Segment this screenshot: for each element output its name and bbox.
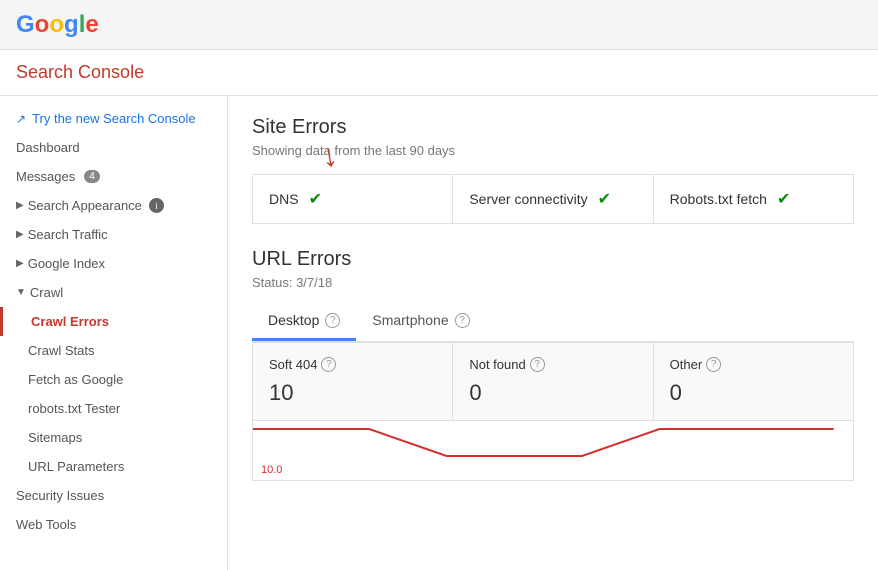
robots-fetch-card: Robots.txt fetch ✔	[654, 175, 853, 223]
sidebar-item-web-tools[interactable]: Web Tools	[0, 510, 227, 539]
logo-g2: g	[64, 11, 79, 39]
sidebar-item-search-traffic[interactable]: ▶ Search Traffic	[0, 220, 227, 249]
soft404-title: Soft 404 ?	[269, 357, 436, 372]
tab-desktop[interactable]: Desktop ?	[252, 302, 356, 341]
logo-e: e	[85, 11, 98, 39]
chart-y-label: 10.0	[261, 464, 282, 476]
not-found-help-icon[interactable]: ?	[530, 357, 545, 372]
server-connectivity-check-icon: ✔	[598, 189, 611, 209]
server-connectivity-card: Server connectivity ✔	[453, 175, 653, 223]
messages-badge: 4	[84, 170, 100, 183]
sidebar-item-google-index[interactable]: ▶ Google Index	[0, 249, 227, 278]
subheader: Search Console	[0, 50, 878, 96]
collapse-icon: ▶	[16, 258, 24, 269]
sidebar-item-sitemaps[interactable]: Sitemaps	[0, 423, 227, 452]
sidebar-item-try-new[interactable]: ↗ Try the new Search Console	[0, 104, 227, 133]
url-error-cards: Soft 404 ? 10 Not found ? 0 Other ? 0	[252, 342, 854, 421]
sidebar-item-robots-tester[interactable]: robots.txt Tester	[0, 394, 227, 423]
robots-fetch-check-icon: ✔	[777, 189, 790, 209]
chart-area: 10.0	[252, 421, 854, 481]
sidebar-item-url-parameters[interactable]: URL Parameters	[0, 452, 227, 481]
chart-svg	[253, 421, 853, 481]
other-card: Other ? 0	[654, 343, 853, 420]
body-layout: ↗ Try the new Search Console Dashboard M…	[0, 96, 878, 570]
smartphone-help-icon[interactable]: ?	[455, 313, 470, 328]
sidebar-item-crawl-stats[interactable]: Crawl Stats	[0, 336, 227, 365]
site-error-cards: DNS ✔ Server connectivity ✔ Robots.txt f…	[252, 174, 854, 224]
logo-g: G	[16, 11, 35, 39]
desktop-help-icon[interactable]: ?	[325, 313, 340, 328]
external-link-icon: ↗	[16, 112, 26, 126]
other-title: Other ?	[670, 357, 837, 372]
dns-card: DNS ✔	[253, 175, 453, 223]
site-errors-title: Site Errors	[252, 116, 854, 139]
collapse-icon: ▼	[16, 287, 26, 298]
soft404-value: 10	[269, 380, 436, 406]
logo-l: l	[79, 11, 86, 39]
dns-check-icon: ✔	[309, 189, 322, 209]
not-found-title: Not found ?	[469, 357, 636, 372]
collapse-icon: ▶	[16, 229, 24, 240]
site-errors-subtitle: Showing data from the last 90 days	[252, 143, 854, 158]
sidebar-item-messages[interactable]: Messages 4	[0, 162, 227, 191]
header: Google	[0, 0, 878, 50]
not-found-card: Not found ? 0	[453, 343, 653, 420]
not-found-value: 0	[469, 380, 636, 406]
main-content: Site Errors Showing data from the last 9…	[228, 96, 878, 570]
other-help-icon[interactable]: ?	[706, 357, 721, 372]
robots-fetch-label: Robots.txt fetch	[670, 191, 767, 207]
tab-smartphone[interactable]: Smartphone ?	[356, 302, 485, 341]
url-errors-tabs: Desktop ? Smartphone ?	[252, 302, 854, 342]
soft404-card: Soft 404 ? 10	[253, 343, 453, 420]
sidebar-item-security-issues[interactable]: Security Issues	[0, 481, 227, 510]
sidebar-item-crawl-errors[interactable]: Crawl Errors	[0, 307, 227, 336]
info-icon: i	[149, 198, 164, 213]
sidebar-item-fetch-as-google[interactable]: Fetch as Google	[0, 365, 227, 394]
sidebar-item-dashboard[interactable]: Dashboard	[0, 133, 227, 162]
server-connectivity-label: Server connectivity	[469, 191, 587, 207]
app-title: Search Console	[16, 62, 144, 83]
dns-label: DNS	[269, 191, 299, 207]
url-errors-title: URL Errors	[252, 248, 854, 271]
other-value: 0	[670, 380, 837, 406]
status-text: Status: 3/7/18	[252, 275, 854, 290]
logo-o2: o	[49, 11, 64, 39]
logo-o1: o	[35, 11, 50, 39]
collapse-icon: ▶	[16, 200, 24, 211]
sidebar: ↗ Try the new Search Console Dashboard M…	[0, 96, 228, 570]
sidebar-item-crawl[interactable]: ▼ Crawl	[0, 278, 227, 307]
google-logo: Google	[16, 11, 99, 39]
sidebar-item-search-appearance[interactable]: ▶ Search Appearance i	[0, 191, 227, 220]
soft404-help-icon[interactable]: ?	[321, 357, 336, 372]
